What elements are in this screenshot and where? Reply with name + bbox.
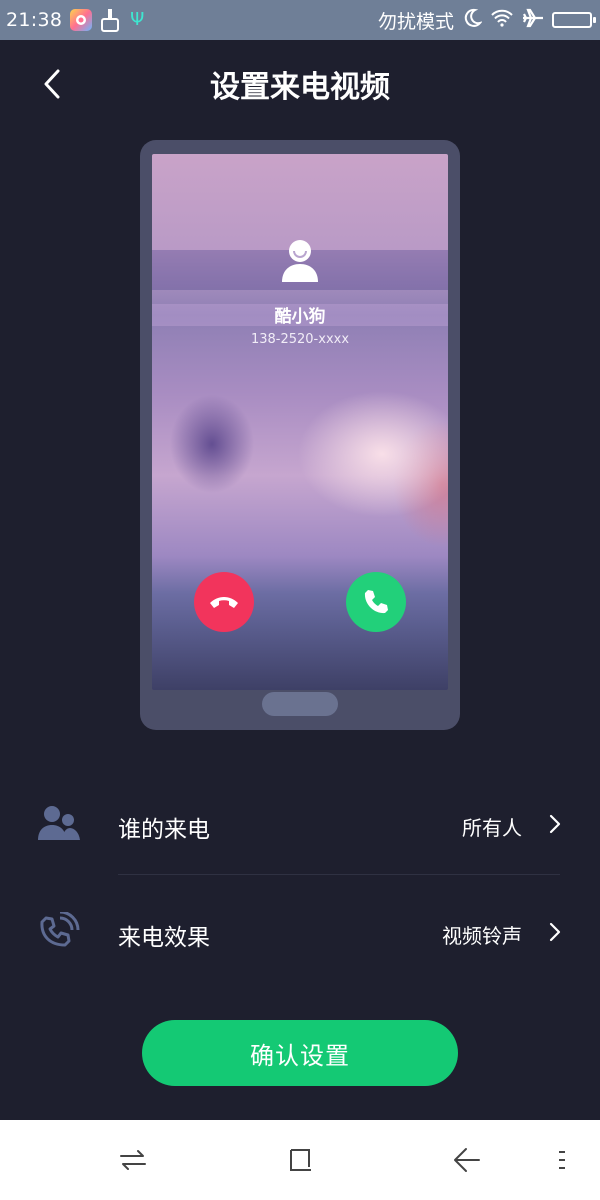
row-label: 来电效果 bbox=[118, 925, 210, 951]
video-preview-screen: 酷小狗 138-2520-xxxx bbox=[152, 154, 448, 690]
phone-icon bbox=[364, 590, 388, 614]
phone-hangup-icon bbox=[210, 597, 238, 608]
home-button[interactable] bbox=[286, 1146, 316, 1174]
system-nav-bar bbox=[0, 1120, 600, 1200]
usb-icon: Ψ bbox=[130, 9, 145, 30]
back-arrow-icon bbox=[454, 1148, 480, 1172]
home-square-icon bbox=[290, 1149, 311, 1171]
battery-icon bbox=[552, 12, 596, 28]
airplane-icon bbox=[522, 8, 544, 33]
caller-name: 酷小狗 bbox=[274, 307, 326, 327]
switch-apps-button[interactable] bbox=[118, 1146, 148, 1174]
settings-row-effect[interactable]: 来电效果 视频铃声 bbox=[0, 878, 600, 986]
row-label: 谁的来电 bbox=[118, 817, 210, 843]
app-notification-icon bbox=[70, 9, 93, 31]
moon-icon bbox=[462, 8, 483, 33]
dnd-label: 勿扰模式 bbox=[377, 10, 454, 33]
confirm-settings-button[interactable]: 确认设置 bbox=[142, 1020, 458, 1086]
settings-row-caller[interactable]: 谁的来电 所有人 bbox=[0, 770, 600, 878]
divider bbox=[118, 874, 560, 875]
avatar-icon bbox=[282, 240, 318, 282]
brush-icon bbox=[100, 8, 120, 32]
switch-apps-icon bbox=[120, 1150, 146, 1170]
row-value: 所有人 bbox=[462, 816, 522, 840]
decline-call-button[interactable] bbox=[194, 572, 254, 632]
chevron-right-icon bbox=[549, 814, 561, 834]
row-value: 视频铃声 bbox=[442, 924, 522, 948]
phone-ringing-icon bbox=[40, 912, 80, 947]
caller-number: 138-2520-xxxx bbox=[250, 332, 350, 347]
accept-call-button[interactable] bbox=[346, 572, 406, 632]
contacts-icon bbox=[38, 806, 80, 840]
phone-home-button bbox=[262, 692, 338, 716]
chevron-right-icon bbox=[549, 922, 561, 942]
menu-icon bbox=[559, 1151, 565, 1169]
menu-button[interactable] bbox=[552, 1146, 572, 1174]
page-title: 设置来电视频 bbox=[210, 70, 390, 105]
status-time: 21:38 bbox=[6, 9, 63, 31]
phone-preview: 酷小狗 138-2520-xxxx bbox=[140, 140, 460, 730]
header: 设置来电视频 bbox=[0, 40, 600, 124]
status-bar: 21:38 Ψ 勿扰模式 bbox=[0, 0, 600, 40]
wifi-icon bbox=[490, 8, 514, 33]
back-nav-button[interactable] bbox=[452, 1146, 482, 1174]
